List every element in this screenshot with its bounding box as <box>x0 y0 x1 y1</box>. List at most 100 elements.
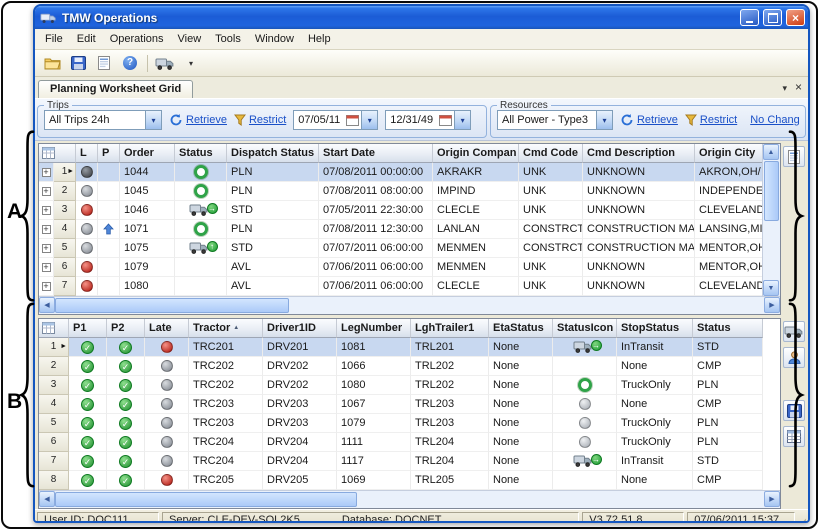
grid-a-column-cmd-code[interactable]: Cmd Code <box>519 144 583 163</box>
grid-b-column-late[interactable]: Late <box>145 319 189 338</box>
driver-icon[interactable] <box>783 347 805 368</box>
row-header[interactable]: 1 <box>39 338 69 357</box>
grid-a-column-origin-city[interactable]: Origin City <box>695 144 762 163</box>
chevron-down-icon[interactable] <box>145 111 161 129</box>
hscroll-thumb[interactable] <box>55 298 289 313</box>
grid-a-row[interactable]: 61079AVL07/06/2011 06:00:00MENMENUNKUNKN… <box>39 258 762 277</box>
page-icon[interactable] <box>783 146 805 167</box>
grid-b-column-statusicon[interactable]: StatusIcon <box>553 319 617 338</box>
maximize-button[interactable] <box>763 9 782 26</box>
expand-plus-icon[interactable] <box>42 168 51 177</box>
row-expander[interactable] <box>39 220 54 239</box>
grid-a-vscrollbar[interactable] <box>762 144 780 296</box>
menu-item-edit[interactable]: Edit <box>70 31 103 47</box>
grid-b-row[interactable]: 5✓✓TRC203DRV2031079TRL203NoneTruckOnlyPL… <box>39 414 780 433</box>
tab-planning-worksheet-grid[interactable]: Planning Worksheet Grid <box>38 80 193 98</box>
open-icon[interactable] <box>40 52 64 74</box>
row-header[interactable]: 7 <box>54 277 76 296</box>
scroll-right-icon[interactable] <box>764 297 780 313</box>
chevron-down-icon[interactable] <box>361 111 377 129</box>
expand-plus-icon[interactable] <box>42 263 51 272</box>
document-icon[interactable] <box>92 52 116 74</box>
menu-item-file[interactable]: File <box>38 31 70 47</box>
trips-retrieve-link[interactable]: Retrieve <box>169 113 227 127</box>
hscroll-thumb[interactable] <box>55 492 357 507</box>
menu-item-window[interactable]: Window <box>248 31 301 47</box>
grid-b-column-p1[interactable]: P1 <box>69 319 107 338</box>
help-icon[interactable]: ? <box>118 52 142 74</box>
truck-icon[interactable] <box>153 52 177 74</box>
select-all-icon[interactable] <box>39 144 76 163</box>
grid-b-column-driver1id[interactable]: Driver1ID <box>263 319 337 338</box>
grid-b-row[interactable]: 4✓✓TRC203DRV2031067TRL203NoneNoneCMP <box>39 395 780 414</box>
grid-b-column-etastatus[interactable]: EtaStatus <box>489 319 553 338</box>
hscroll-track[interactable] <box>289 297 764 314</box>
truck-icon[interactable] <box>783 321 805 342</box>
menu-item-help[interactable]: Help <box>301 31 338 47</box>
row-expander[interactable] <box>39 239 54 258</box>
scroll-right-icon[interactable] <box>764 491 780 507</box>
grid-a-column-origin-compan[interactable]: Origin Compan <box>433 144 519 163</box>
grid-b-column-legnumber[interactable]: LegNumber <box>337 319 411 338</box>
grid-b-row[interactable]: 3✓✓TRC202DRV2021080TRL202NoneTruckOnlyPL… <box>39 376 780 395</box>
grid-a-hscrollbar[interactable] <box>39 296 780 314</box>
row-header[interactable]: 5 <box>39 414 69 433</box>
hscroll-track[interactable] <box>357 491 764 508</box>
grid-b-column-status[interactable]: Status <box>693 319 763 338</box>
vscroll-thumb[interactable] <box>764 161 779 221</box>
grid-a-column-cmd-description[interactable]: Cmd Description <box>583 144 695 163</box>
grid-b-column-lghtrailer1[interactable]: LghTrailer1 <box>411 319 489 338</box>
row-expander[interactable] <box>39 277 54 296</box>
row-header[interactable]: 2 <box>54 182 76 201</box>
row-header[interactable]: 2 <box>39 357 69 376</box>
grid-a-column-p[interactable]: P <box>98 144 120 163</box>
row-header[interactable]: 3 <box>54 201 76 220</box>
select-all-icon[interactable] <box>39 319 69 338</box>
no-change-link[interactable]: No Change <box>750 114 799 126</box>
menu-item-view[interactable]: View <box>171 31 209 47</box>
scroll-up-icon[interactable] <box>763 144 779 160</box>
minimize-button[interactable] <box>740 9 759 26</box>
grid-b-row[interactable]: 8✓✓TRC205DRV2051069TRL205NoneNoneCMP <box>39 471 780 490</box>
trips-view-combobox[interactable]: All Trips 24h <box>44 110 162 130</box>
grid-a-row[interactable]: 11044PLN07/08/2011 00:00:00AKRAKRUNKUNKN… <box>39 163 762 182</box>
toolbar-overflow-icon[interactable]: ▾ <box>179 52 203 74</box>
grid-b-column-stopstatus[interactable]: StopStatus <box>617 319 693 338</box>
row-header[interactable]: 8 <box>39 471 69 490</box>
expand-plus-icon[interactable] <box>42 282 51 291</box>
resources-restrict-link[interactable]: Restrict <box>685 114 737 126</box>
grid-a-row[interactable]: 31046→STD07/05/2011 22:30:00CLECLEUNKUNK… <box>39 201 762 220</box>
row-expander[interactable] <box>39 163 54 182</box>
grid-a-column-l[interactable]: L <box>76 144 98 163</box>
grid-b-column-p2[interactable]: P2 <box>107 319 145 338</box>
expand-plus-icon[interactable] <box>42 244 51 253</box>
grid-a-column-order[interactable]: Order <box>120 144 175 163</box>
save-icon[interactable] <box>66 52 90 74</box>
row-header[interactable]: 6 <box>54 258 76 277</box>
date-to-picker[interactable]: 12/31/49 <box>385 110 471 130</box>
grid-b-row[interactable]: 7✓✓TRC204DRV2041117TRL204None→InTransitS… <box>39 452 780 471</box>
title-bar[interactable]: TMW Operations <box>35 6 808 29</box>
expand-plus-icon[interactable] <box>42 206 51 215</box>
grid-a-column-status[interactable]: Status <box>175 144 227 163</box>
scroll-left-icon[interactable] <box>39 297 55 313</box>
row-header[interactable]: 4 <box>54 220 76 239</box>
scroll-down-icon[interactable] <box>763 280 779 296</box>
chevron-down-icon[interactable] <box>454 111 470 129</box>
tab-list-dropdown-icon[interactable] <box>782 82 787 94</box>
scroll-left-icon[interactable] <box>39 491 55 507</box>
resources-retrieve-link[interactable]: Retrieve <box>620 113 678 127</box>
grid-a-column-start-date[interactable]: Start Date <box>319 144 433 163</box>
vscroll-track[interactable] <box>763 222 780 280</box>
grid-a-row[interactable]: 21045PLN07/08/2011 08:00:00IMPINDUNKUNKN… <box>39 182 762 201</box>
grid-b-column-tractor[interactable]: Tractor▲ <box>189 319 263 338</box>
row-expander[interactable] <box>39 182 54 201</box>
tab-close-icon[interactable] <box>795 82 802 94</box>
row-header[interactable]: 1 <box>54 163 76 182</box>
grid-a-row[interactable]: 41071PLN07/08/2011 12:30:00LANLANCONSTRC… <box>39 220 762 239</box>
grid-b-row[interactable]: 1✓✓TRC201DRV2011081TRL201None→InTransitS… <box>39 338 780 357</box>
trips-restrict-link[interactable]: Restrict <box>234 114 286 126</box>
close-button[interactable] <box>786 9 805 26</box>
row-expander[interactable] <box>39 258 54 277</box>
grid-a-column-dispatch-status[interactable]: Dispatch Status <box>227 144 319 163</box>
